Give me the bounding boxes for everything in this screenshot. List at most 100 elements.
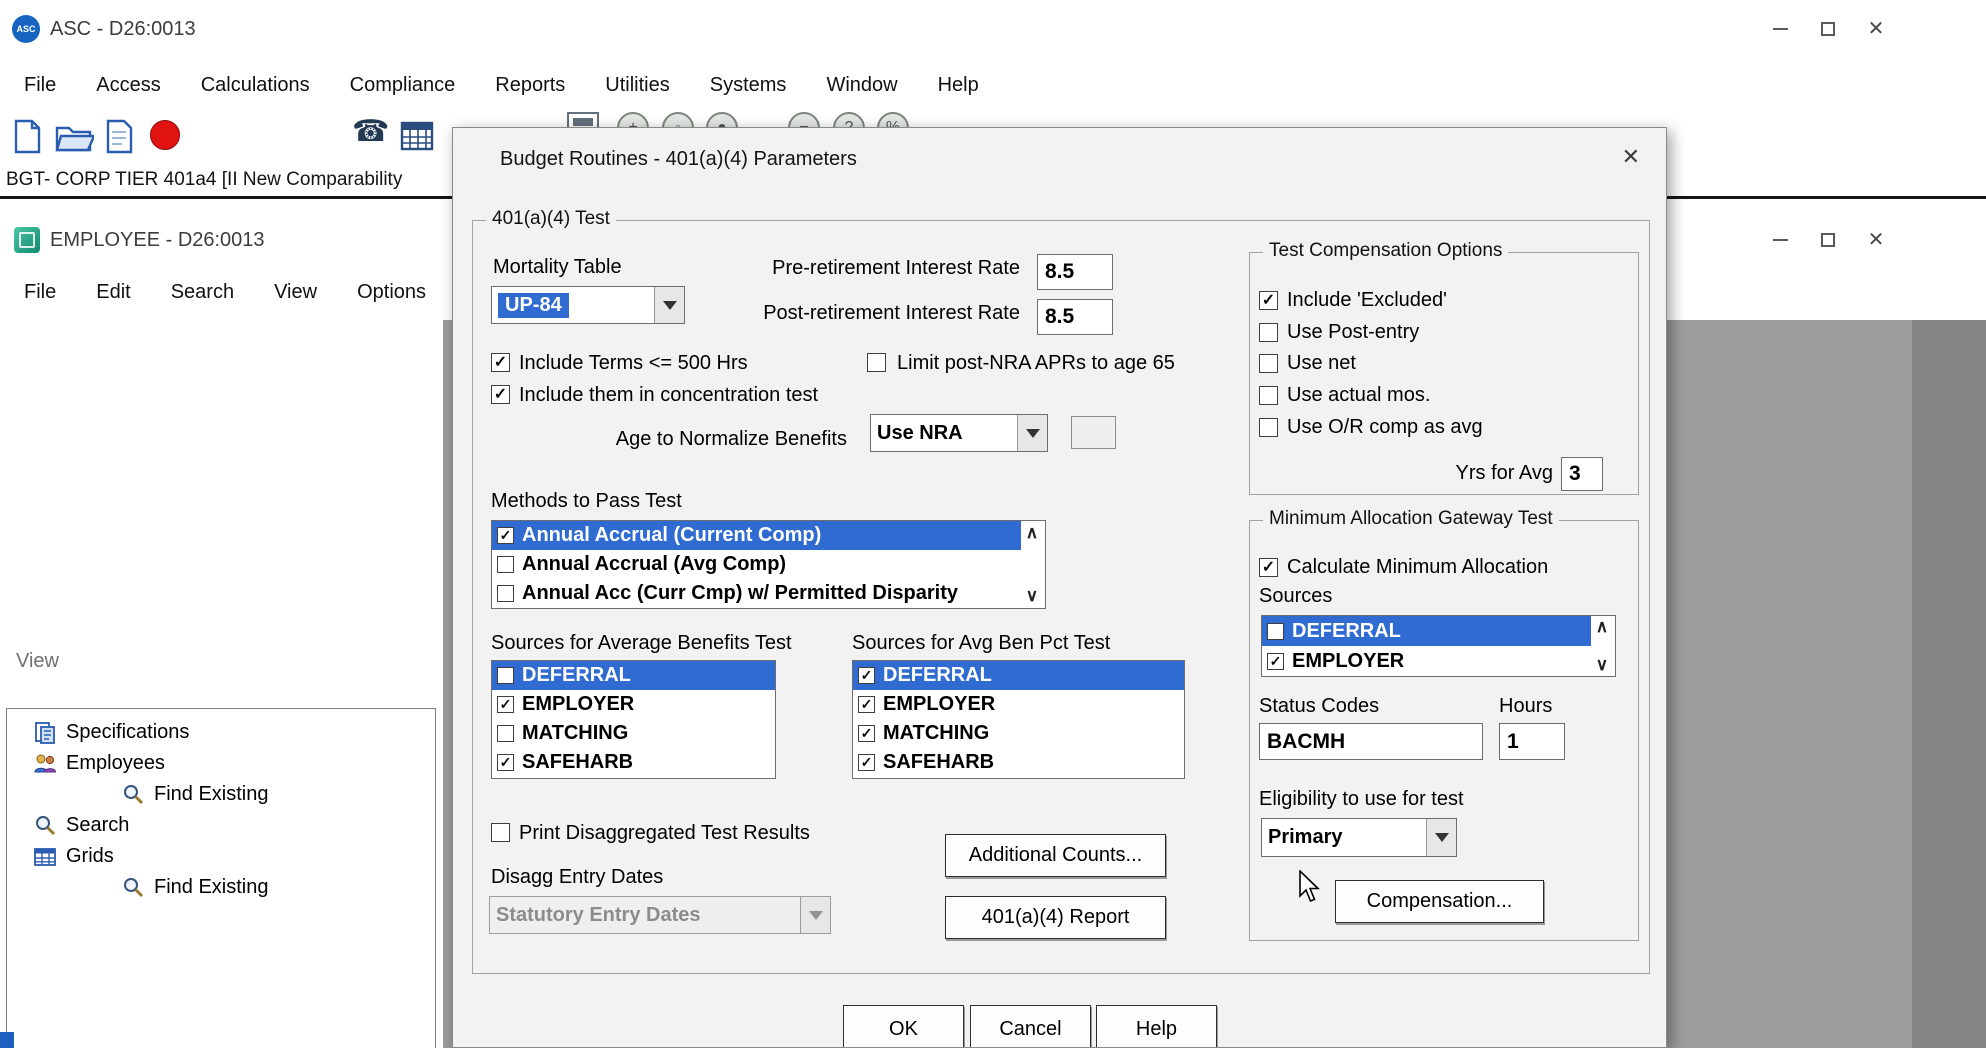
post-retirement-rate-input[interactable] bbox=[1037, 299, 1113, 335]
yrs-for-avg-input[interactable] bbox=[1561, 457, 1603, 491]
list-item[interactable]: ✓ MATCHING bbox=[853, 719, 1184, 748]
tree-item-specifications[interactable]: Specifications bbox=[7, 717, 435, 748]
list-item[interactable]: ✓ SAFEHARB bbox=[492, 748, 775, 777]
age-normalize-extra-field[interactable] bbox=[1071, 416, 1116, 449]
checkbox[interactable] bbox=[497, 556, 514, 573]
dropdown-arrow-icon[interactable] bbox=[1426, 819, 1456, 856]
include-concentration-checkbox[interactable]: ✓ bbox=[491, 385, 510, 404]
close-button[interactable]: ✕ bbox=[1852, 12, 1900, 46]
compensation-button[interactable]: Compensation... bbox=[1335, 880, 1544, 923]
tree-item-employees[interactable]: Employees bbox=[7, 748, 435, 779]
employee-window-icon bbox=[14, 227, 40, 253]
status-codes-input[interactable] bbox=[1259, 723, 1483, 760]
checkbox[interactable] bbox=[497, 667, 514, 684]
checkbox[interactable]: ✓ bbox=[858, 696, 875, 713]
list-item[interactable]: ✓ SAFEHARB bbox=[853, 748, 1184, 777]
checkbox[interactable]: ✓ bbox=[858, 754, 875, 771]
new-document-icon[interactable] bbox=[10, 118, 44, 156]
employee-menu-view[interactable]: View bbox=[254, 281, 337, 304]
employee-menu-edit[interactable]: Edit bbox=[76, 281, 150, 304]
checkbox[interactable]: ✓ bbox=[1267, 653, 1284, 670]
dropdown-arrow-icon[interactable] bbox=[654, 287, 684, 323]
tree-item-find-existing-employees[interactable]: Find Existing bbox=[7, 779, 435, 810]
list-item[interactable]: ✓ DEFERRAL bbox=[853, 661, 1184, 690]
checkbox[interactable]: ✓ bbox=[858, 725, 875, 742]
checkbox[interactable]: ✓ bbox=[497, 527, 514, 544]
use-post-entry-checkbox[interactable] bbox=[1259, 323, 1278, 342]
list-item[interactable]: ✓ Annual Accrual (Current Comp) bbox=[492, 521, 1021, 550]
menu-file[interactable]: File bbox=[4, 74, 76, 97]
minimize-button[interactable] bbox=[1756, 12, 1804, 46]
employee-close-button[interactable]: ✕ bbox=[1852, 223, 1900, 257]
employee-window-controls: ✕ bbox=[1756, 223, 1900, 257]
yrs-for-avg-label: Yrs for Avg bbox=[1413, 462, 1553, 485]
maximize-button[interactable] bbox=[1804, 12, 1852, 46]
print-disagg-checkbox[interactable] bbox=[491, 823, 510, 842]
calculate-minimum-allocation-checkbox[interactable]: ✓ bbox=[1259, 558, 1278, 577]
scroll-up-icon[interactable]: ∧ bbox=[1590, 617, 1614, 637]
list-item[interactable]: ✓ EMPLOYER bbox=[492, 690, 775, 719]
list-item[interactable]: ✓ EMPLOYER bbox=[1262, 646, 1591, 676]
pre-retirement-rate-input[interactable] bbox=[1037, 254, 1113, 290]
include-excluded-checkbox[interactable]: ✓ bbox=[1259, 291, 1278, 310]
ok-button[interactable]: OK bbox=[843, 1005, 964, 1048]
employee-menu-options[interactable]: Options bbox=[337, 281, 446, 304]
menu-compliance[interactable]: Compliance bbox=[330, 74, 476, 97]
hours-input[interactable] bbox=[1499, 723, 1565, 760]
desktop: ASC ASC - D26:0013 ✕ File Access Calcula… bbox=[0, 0, 1986, 1048]
list-item[interactable]: Annual Accrual (Avg Comp) bbox=[492, 550, 1021, 579]
menu-calculations[interactable]: Calculations bbox=[181, 74, 330, 97]
checkbox[interactable] bbox=[497, 585, 514, 602]
use-net-checkbox[interactable] bbox=[1259, 354, 1278, 373]
record-icon[interactable] bbox=[150, 120, 180, 150]
list-item[interactable]: ✓ EMPLOYER bbox=[853, 690, 1184, 719]
open-folder-icon[interactable] bbox=[54, 120, 94, 154]
employee-menu-search[interactable]: Search bbox=[151, 281, 254, 304]
checkbox[interactable]: ✓ bbox=[497, 696, 514, 713]
menu-utilities[interactable]: Utilities bbox=[585, 74, 689, 97]
scroll-down-icon[interactable]: ∨ bbox=[1590, 655, 1614, 675]
tree-item-find-existing-grids[interactable]: Find Existing bbox=[7, 872, 435, 903]
help-button[interactable]: Help bbox=[1096, 1005, 1217, 1048]
budget-routines-dialog: Budget Routines - 401(a)(4) Parameters ✕… bbox=[452, 127, 1667, 1048]
disagg-entry-dates-dropdown[interactable]: Statutory Entry Dates bbox=[489, 896, 831, 934]
use-or-comp-checkbox[interactable] bbox=[1259, 418, 1278, 437]
eligibility-dropdown[interactable]: Primary bbox=[1261, 818, 1457, 857]
additional-counts-button[interactable]: Additional Counts... bbox=[945, 834, 1166, 877]
menu-help[interactable]: Help bbox=[918, 74, 999, 97]
list-item[interactable]: DEFERRAL bbox=[1262, 616, 1591, 646]
list-item-label: EMPLOYER bbox=[1292, 650, 1404, 673]
list-item[interactable]: Annual Acc (Curr Cmp) w/ Permitted Dispa… bbox=[492, 579, 1021, 608]
phone-icon[interactable]: ☎ bbox=[352, 116, 389, 148]
tree-item-search[interactable]: Search bbox=[7, 810, 435, 841]
menu-systems[interactable]: Systems bbox=[690, 74, 807, 97]
include-terms-checkbox[interactable]: ✓ bbox=[491, 353, 510, 372]
checkbox[interactable] bbox=[497, 725, 514, 742]
checkbox[interactable]: ✓ bbox=[858, 667, 875, 684]
dropdown-arrow-icon[interactable] bbox=[1017, 415, 1047, 451]
folder-icon[interactable] bbox=[102, 118, 136, 156]
mortality-table-dropdown[interactable]: UP-84 bbox=[491, 286, 685, 324]
menu-reports[interactable]: Reports bbox=[475, 74, 585, 97]
tree-item-grids[interactable]: Grids bbox=[7, 841, 435, 872]
scroll-up-icon[interactable]: ∧ bbox=[1020, 523, 1044, 543]
limit-nra-checkbox[interactable] bbox=[867, 353, 886, 372]
age-normalize-dropdown[interactable]: Use NRA bbox=[870, 414, 1048, 452]
employee-maximize-button[interactable] bbox=[1804, 223, 1852, 257]
menu-window[interactable]: Window bbox=[806, 74, 917, 97]
methods-label: Methods to Pass Test bbox=[491, 490, 682, 513]
report-button[interactable]: 401(a)(4) Report bbox=[945, 896, 1166, 939]
test-groupbox-label: 401(a)(4) Test bbox=[486, 208, 616, 230]
menu-access[interactable]: Access bbox=[76, 74, 180, 97]
list-item[interactable]: DEFERRAL bbox=[492, 661, 775, 690]
use-actual-mos-checkbox[interactable] bbox=[1259, 386, 1278, 405]
dialog-close-icon[interactable]: ✕ bbox=[1622, 144, 1640, 170]
list-item[interactable]: MATCHING bbox=[492, 719, 775, 748]
scroll-down-icon[interactable]: ∨ bbox=[1020, 586, 1044, 606]
checkbox[interactable]: ✓ bbox=[497, 754, 514, 771]
calendar-icon[interactable] bbox=[400, 119, 434, 151]
employee-minimize-button[interactable] bbox=[1756, 223, 1804, 257]
employee-menu-file[interactable]: File bbox=[4, 281, 76, 304]
checkbox[interactable] bbox=[1267, 623, 1284, 640]
cancel-button[interactable]: Cancel bbox=[970, 1005, 1091, 1048]
